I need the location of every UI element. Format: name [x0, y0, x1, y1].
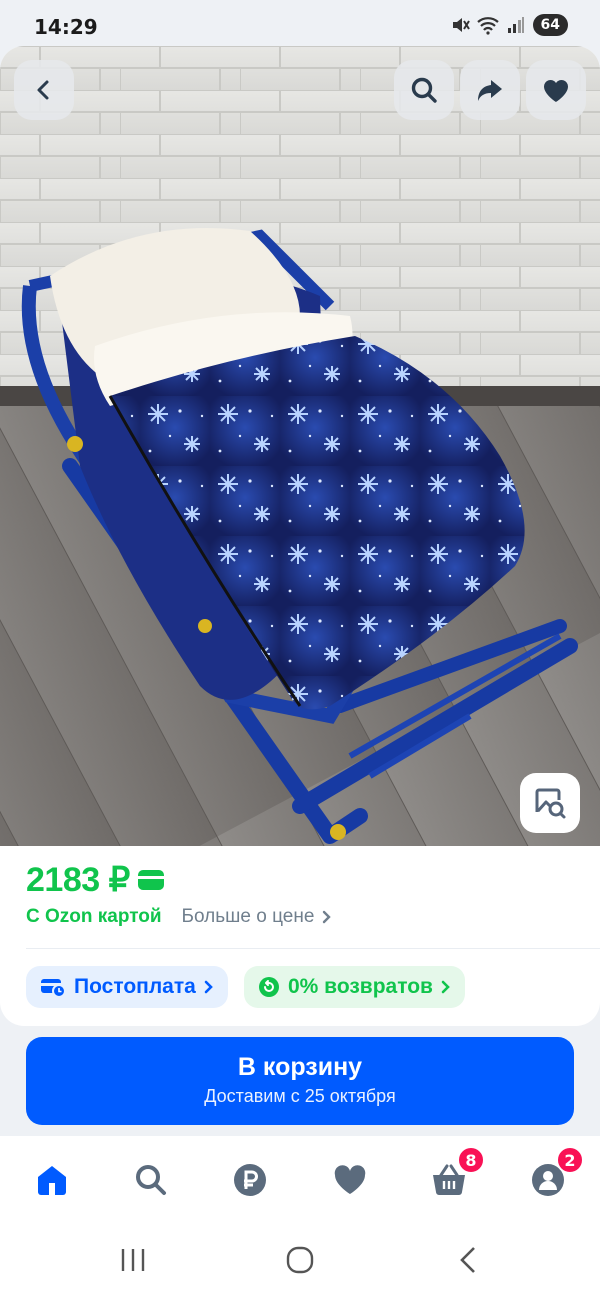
returns-icon — [259, 977, 279, 997]
back-button[interactable] — [14, 60, 74, 120]
price-row: 2183 ₽ — [26, 860, 164, 900]
product-photo[interactable] — [0, 46, 600, 846]
profile-count-badge: 2 — [556, 1146, 584, 1174]
home-system-button[interactable] — [280, 1242, 320, 1278]
product-card: 2183 ₽ С Ozon картой Больше о цене Посто… — [0, 46, 600, 1026]
ozon-card-icon — [137, 870, 164, 890]
image-search-icon — [535, 788, 566, 819]
battery-icon: 64 — [532, 14, 568, 36]
search-icon — [411, 77, 437, 103]
home-icon — [38, 1166, 66, 1195]
battery-level: 64 — [540, 17, 560, 33]
nav-cart[interactable]: 8 — [427, 1146, 485, 1202]
share-button[interactable] — [460, 60, 520, 120]
nav-home[interactable] — [30, 1158, 74, 1202]
bottom-nav: 8 2 — [0, 1136, 600, 1226]
wifi-icon — [476, 14, 499, 36]
back-system-button[interactable] — [448, 1242, 488, 1278]
recent-apps-button[interactable] — [113, 1242, 153, 1278]
nav-search[interactable] — [129, 1158, 173, 1202]
home-circle-icon — [286, 1246, 314, 1274]
price-details-row: С Ozon картой Больше о цене — [26, 906, 332, 928]
recent-apps-icon — [121, 1249, 145, 1271]
chevron-right-icon — [204, 980, 213, 994]
postpay-chip[interactable]: Постоплата — [26, 966, 228, 1008]
add-to-cart-label: В корзину — [237, 1053, 363, 1081]
returns-label: 0% возвратов — [288, 975, 433, 998]
price: 2183 ₽ — [26, 861, 130, 899]
more-price-label: Больше о цене — [181, 906, 315, 927]
favorite-button[interactable] — [526, 60, 586, 120]
status-icons: 64 — [449, 14, 568, 36]
search-button[interactable] — [394, 60, 454, 120]
chevron-right-icon — [323, 910, 332, 924]
more-price-link[interactable]: Больше о цене — [182, 906, 333, 928]
back-arrow-icon — [460, 1247, 475, 1273]
nav-favorites[interactable] — [328, 1158, 372, 1202]
nav-payments[interactable] — [228, 1158, 272, 1202]
returns-chip[interactable]: 0% возвратов — [244, 966, 465, 1008]
status-time: 14:29 — [34, 15, 98, 39]
heart-icon — [543, 79, 569, 102]
cart-count-badge: 8 — [457, 1146, 485, 1174]
signal-icon — [505, 14, 527, 36]
ruble-icon — [234, 1164, 266, 1196]
chevron-right-icon — [441, 980, 450, 994]
ozon-card-label: С Ozon картой — [26, 906, 162, 927]
system-nav-bar — [0, 1226, 600, 1299]
chevron-left-icon — [37, 80, 49, 100]
image-search-button[interactable] — [520, 773, 580, 833]
postpay-label: Постоплата — [74, 975, 196, 998]
heart-icon — [334, 1165, 366, 1194]
divider — [26, 948, 600, 949]
search-icon — [136, 1165, 166, 1195]
add-to-cart-button[interactable]: В корзину Доставим с 25 октября — [26, 1037, 574, 1125]
delivery-date: Доставим с 25 октября — [204, 1086, 396, 1106]
mute-icon — [449, 14, 471, 36]
share-icon — [478, 80, 502, 101]
nav-profile[interactable]: 2 — [526, 1146, 584, 1202]
postpay-icon — [41, 979, 66, 998]
